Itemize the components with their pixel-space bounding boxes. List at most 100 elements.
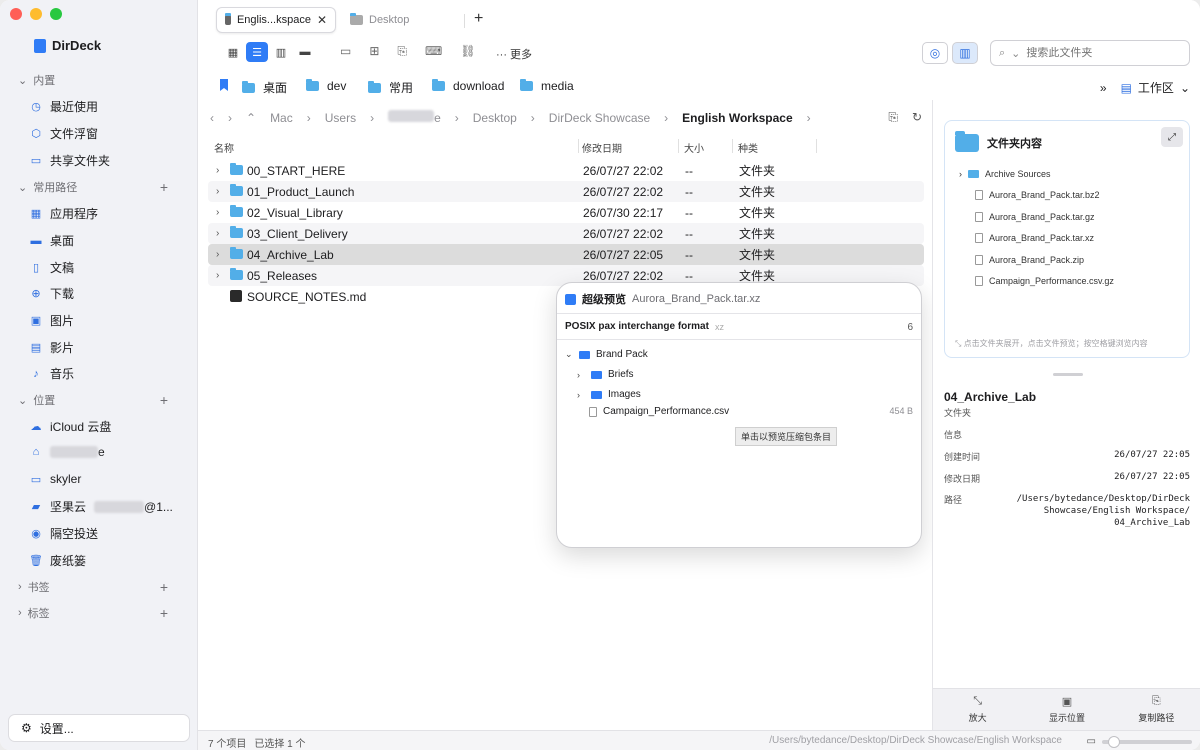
gallery-view-icon[interactable]: ▬	[294, 42, 316, 62]
new-tab-button[interactable]: +	[474, 10, 483, 28]
table-row[interactable]: › 03_Client_Delivery 26/07/27 22:02 -- 文件夹	[208, 223, 924, 244]
new-file-icon[interactable]: ⎘	[397, 44, 407, 59]
list-item[interactable]: Aurora_Brand_Pack.zip	[975, 255, 1084, 265]
breadcrumb-item[interactable]: Desktop	[473, 111, 517, 125]
table-row[interactable]: › 00_START_HERE 26/07/27 22:02 -- 文件夹	[208, 160, 924, 181]
list-item[interactable]: Aurora_Brand_Pack.tar.gz	[975, 212, 1095, 222]
sidebar-toggle-icon[interactable]: ▭	[340, 44, 351, 59]
column-date[interactable]: 修改日期	[582, 140, 622, 155]
chevron-right-icon[interactable]: ›	[216, 249, 219, 260]
table-row[interactable]: › 02_Visual_Library 26/07/30 22:17 -- 文件夹	[208, 202, 924, 223]
tree-item-images[interactable]: › Images	[577, 389, 641, 400]
sidebar-item-shelf[interactable]: ⬡ 文件浮窗	[30, 125, 98, 142]
breadcrumb-item[interactable]: Users	[325, 111, 356, 125]
chevron-right-icon[interactable]: ›	[216, 270, 219, 281]
sidebar-item-downloads[interactable]: ⊕ 下载	[30, 285, 74, 302]
column-size[interactable]: 大小	[684, 140, 704, 155]
list-item[interactable]: › Archive Sources	[959, 169, 1051, 179]
close-window-button[interactable]	[10, 8, 22, 20]
column-name[interactable]: 名称	[214, 140, 234, 155]
tree-item-csv[interactable]: Campaign_Performance.csv	[589, 406, 729, 417]
sidebar-item-home[interactable]: ⌂ e	[30, 445, 105, 459]
close-tab-icon[interactable]: ✕	[317, 13, 327, 27]
chevron-right-icon[interactable]: ›	[577, 370, 585, 380]
more-button[interactable]: ··· 更多	[496, 46, 532, 62]
back-button[interactable]: ‹	[210, 111, 214, 125]
section-locations[interactable]: ⌄ 位置 +	[18, 392, 168, 408]
bookmark-media[interactable]: media	[520, 79, 574, 93]
section-tags[interactable]: › 标签 +	[18, 605, 168, 621]
sidebar-item-applications[interactable]: ▦ 应用程序	[30, 205, 98, 222]
terminal-icon[interactable]: ⌨	[425, 44, 442, 59]
sidebar-item-desktop[interactable]: ▬ 桌面	[30, 232, 75, 249]
list-item[interactable]: Aurora_Brand_Pack.tar.bz2	[975, 190, 1100, 200]
copy-path-button[interactable]: ⎘ 复制路径	[1112, 689, 1200, 730]
breadcrumb-current[interactable]: English Workspace	[682, 111, 792, 125]
sidebar-item-nutstore[interactable]: ▰ 坚果云 @1...	[30, 498, 173, 515]
expand-icon[interactable]: ⤢	[1161, 127, 1183, 147]
search-box[interactable]: ⌕ ⌄	[990, 40, 1190, 66]
sidebar-item-movies[interactable]: ▤ 影片	[30, 339, 74, 356]
breadcrumb-item[interactable]: DirDeck Showcase	[549, 111, 650, 125]
chevron-right-icon[interactable]: ›	[216, 165, 219, 176]
minimize-window-button[interactable]	[30, 8, 42, 20]
chevron-right-icon[interactable]: ›	[577, 390, 585, 400]
chevron-right-icon[interactable]: ›	[216, 228, 219, 239]
zoom-button[interactable]: ⤡ 放大	[933, 689, 1022, 730]
settings-button[interactable]: ⚙ 设置...	[8, 714, 190, 742]
sidebar-item-music[interactable]: ♪ 音乐	[30, 365, 74, 382]
grid-view-icon[interactable]: ▦	[222, 42, 244, 62]
section-bookmarks[interactable]: › 书签 +	[18, 579, 168, 595]
list-view-icon[interactable]: ☰	[246, 42, 268, 62]
sidebar-item-computer[interactable]: ▭ skyler	[30, 472, 82, 486]
chevron-right-icon[interactable]: ›	[959, 169, 962, 179]
column-view-icon[interactable]: ▥	[270, 42, 292, 62]
list-item[interactable]: Aurora_Brand_Pack.tar.xz	[975, 233, 1094, 243]
breadcrumb-item[interactable]: Mac	[270, 111, 293, 125]
refresh-icon[interactable]: ↻	[912, 110, 922, 125]
bookmark-dev[interactable]: dev	[306, 79, 346, 93]
icon-size-slider[interactable]	[1102, 735, 1192, 748]
tree-item-briefs[interactable]: › Briefs	[577, 369, 634, 380]
copy-path-icon[interactable]: ⎘	[888, 110, 898, 125]
sidebar-item-documents[interactable]: ▯ 文稿	[30, 259, 74, 276]
chevron-right-icon[interactable]: ›	[216, 207, 219, 218]
section-paths[interactable]: ⌄ 常用路径 +	[18, 179, 168, 195]
bookmark-common[interactable]: 常用	[368, 79, 413, 96]
add-bookmark-button[interactable]: +	[160, 579, 168, 595]
preview-panel-icon[interactable]: ▥	[952, 42, 978, 64]
forward-button[interactable]: ›	[228, 111, 232, 125]
section-builtin[interactable]: ⌄ 内置	[18, 72, 168, 88]
table-row[interactable]: › 01_Product_Launch 26/07/27 22:02 -- 文件夹	[208, 181, 924, 202]
resize-handle[interactable]	[1053, 373, 1083, 376]
double-chevron-right-icon[interactable]: »	[1100, 81, 1107, 95]
sidebar-item-icloud[interactable]: ☁ iCloud 云盘	[30, 418, 112, 435]
chevron-down-icon[interactable]: ⌄	[565, 349, 573, 360]
bookmark-flag-icon[interactable]	[220, 79, 228, 91]
add-tag-button[interactable]: +	[160, 605, 168, 621]
list-item[interactable]: Campaign_Performance.csv.gz	[975, 276, 1114, 286]
column-kind[interactable]: 种类	[738, 140, 758, 155]
tab-desktop[interactable]: Desktop	[342, 7, 462, 33]
globe-search-icon[interactable]: ◎	[922, 42, 948, 64]
link-icon[interactable]: ⛓	[460, 44, 475, 59]
slider-knob[interactable]	[1108, 735, 1120, 748]
chevron-down-icon[interactable]: ⌄	[1011, 47, 1020, 60]
zoom-window-button[interactable]	[50, 8, 62, 20]
add-location-button[interactable]: +	[160, 392, 168, 408]
tree-item-brand-pack[interactable]: ⌄ Brand Pack	[565, 349, 648, 360]
workspace-menu[interactable]: » ▤ 工作区 ⌄	[1100, 79, 1190, 96]
bookmark-download[interactable]: download	[432, 79, 504, 93]
tab-english-workspace[interactable]: Englis...kspace ✕	[216, 7, 336, 33]
table-row-selected[interactable]: › 04_Archive_Lab 26/07/27 22:05 -- 文件夹	[208, 244, 924, 265]
sidebar-item-airdrop[interactable]: ◉ 隔空投送	[30, 525, 98, 542]
search-input[interactable]	[1026, 47, 1189, 59]
show-location-button[interactable]: ▣ 显示位置	[1022, 689, 1111, 730]
up-button[interactable]: ⌃	[246, 111, 256, 125]
sidebar-item-pictures[interactable]: ▣ 图片	[30, 312, 74, 329]
new-folder-icon[interactable]: ⊞	[369, 44, 379, 59]
sidebar-item-recent[interactable]: ◷ 最近使用	[30, 98, 98, 115]
bookmark-desktop[interactable]: 桌面	[242, 79, 287, 96]
chevron-right-icon[interactable]: ›	[216, 186, 219, 197]
add-path-button[interactable]: +	[160, 179, 168, 195]
